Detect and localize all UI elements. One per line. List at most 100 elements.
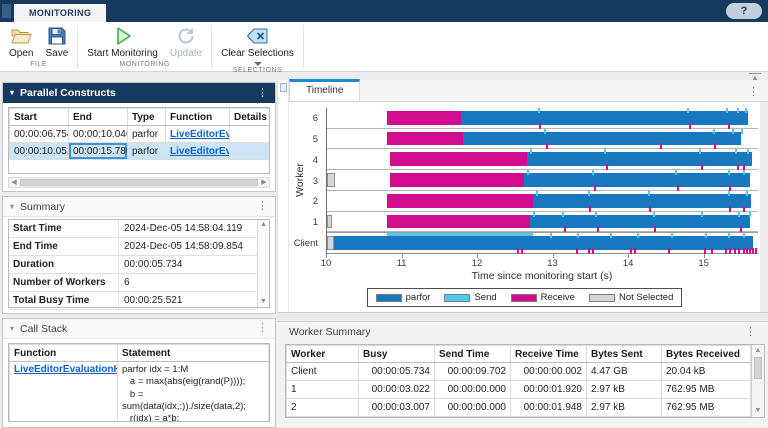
kebab-menu-icon[interactable]: ⋮ bbox=[745, 327, 756, 338]
open-button[interactable]: Open bbox=[3, 22, 39, 60]
y-tick-label: 1 bbox=[289, 212, 323, 233]
collapse-triangle-icon[interactable]: ▾ bbox=[10, 325, 14, 333]
timeline-segment-not_selected[interactable] bbox=[327, 173, 335, 187]
ws-column-header[interactable]: Send Time bbox=[435, 346, 511, 363]
pc-table-row[interactable]: 00:00:10.05100:00:15.786parforLiveEditor… bbox=[10, 143, 271, 160]
scroll-up-icon[interactable]: ▲ bbox=[260, 221, 267, 229]
timeline-segment-not_selected[interactable] bbox=[327, 215, 332, 229]
ws-table-row[interactable]: 200:00:03.00700:00:00.00000:00:01.9482.9… bbox=[287, 399, 751, 417]
statement-code: parfor idx = 1:M a = max(abs(eig(rand(P)… bbox=[122, 364, 264, 422]
ws-column-header[interactable]: Receive Time bbox=[511, 346, 587, 363]
timeline-segment-receive[interactable] bbox=[387, 215, 530, 229]
vertical-scrollbar[interactable]: ▲ ▼ bbox=[751, 345, 764, 417]
kebab-menu-icon[interactable]: ⋮ bbox=[257, 88, 268, 99]
save-button[interactable]: Save bbox=[39, 22, 74, 60]
update-button[interactable]: Update bbox=[164, 22, 208, 60]
timeline-segment-receive[interactable] bbox=[390, 152, 526, 166]
scrollbar-thumb[interactable] bbox=[20, 179, 258, 186]
timeline-segment-receive[interactable] bbox=[387, 194, 533, 208]
legend-swatch bbox=[511, 294, 537, 302]
kebab-menu-icon[interactable]: ⋮ bbox=[257, 201, 268, 212]
ws-column-header[interactable]: Bytes Received bbox=[662, 346, 751, 363]
timeline-segment-receive[interactable] bbox=[390, 173, 523, 187]
ws-table-row[interactable]: 100:00:03.02200:00:00.00000:00:01.9202.9… bbox=[287, 381, 751, 399]
send-event-tick bbox=[544, 129, 546, 134]
timeline-segment-receive[interactable] bbox=[387, 132, 464, 146]
collapse-triangle-icon[interactable]: ▾ bbox=[10, 89, 14, 97]
ws-column-header[interactable]: Worker bbox=[287, 346, 359, 363]
ws-cell: 762.95 MB bbox=[662, 399, 751, 417]
pc-column-header[interactable]: Details bbox=[230, 109, 271, 126]
pc-column-header[interactable]: Start bbox=[10, 109, 69, 126]
timeline-segment-parfor[interactable] bbox=[524, 173, 750, 187]
pc-column-header[interactable]: Function bbox=[166, 109, 230, 126]
kebab-menu-icon[interactable]: ⋮ bbox=[257, 323, 268, 334]
parallel-constructs-header[interactable]: ▾ Parallel Constructs ⋮ bbox=[3, 83, 275, 103]
scroll-left-icon[interactable]: ◀ bbox=[9, 178, 19, 187]
pc-column-header[interactable]: Type bbox=[128, 109, 166, 126]
scrollbar-thumb[interactable] bbox=[754, 357, 762, 379]
start-play-icon bbox=[113, 25, 133, 47]
horizontal-splitter[interactable] bbox=[277, 312, 768, 322]
call-stack-row[interactable]: LiveEditorEvaluationHelp... parfor idx =… bbox=[10, 362, 269, 423]
y-tick-label: 4 bbox=[289, 150, 323, 171]
parallel-constructs-table: StartEndTypeFunctionDetails00:00:06.7540… bbox=[9, 108, 270, 160]
scroll-down-icon[interactable]: ▼ bbox=[260, 298, 267, 306]
ws-cell: 00:00:03.022 bbox=[359, 381, 435, 399]
summary-header[interactable]: ▾ Summary ⋮ bbox=[3, 197, 275, 217]
call-stack-col-function[interactable]: Function bbox=[10, 345, 118, 362]
legend-swatch bbox=[444, 294, 470, 302]
timeline-chart-panel: Worker 654321Client 101112131415 Time si… bbox=[289, 102, 760, 312]
timeline-segment-receive[interactable] bbox=[387, 111, 462, 125]
send-event-tick bbox=[738, 212, 740, 217]
worker-summary-header[interactable]: Worker Summary ⋮ bbox=[277, 322, 768, 342]
summary-panel: ▾ Summary ⋮ Start Time2024-Dec-05 14:58:… bbox=[2, 196, 276, 314]
summary-row: End Time2024-Dec-05 14:58:09.854 bbox=[9, 238, 257, 256]
kebab-menu-icon[interactable]: ⋮ bbox=[739, 82, 768, 101]
ws-table-row[interactable]: Client00:00:05.73400:00:09.70200:00:00.0… bbox=[287, 363, 751, 381]
tab-timeline[interactable]: Timeline bbox=[289, 79, 360, 101]
y-tick-label: 3 bbox=[289, 171, 323, 192]
send-event-tick bbox=[701, 212, 703, 217]
scroll-right-icon[interactable]: ▶ bbox=[259, 178, 269, 187]
send-event-tick bbox=[687, 108, 689, 113]
help-button[interactable]: ? bbox=[726, 3, 762, 19]
quick-access-icon[interactable] bbox=[2, 4, 11, 18]
pc-table-row[interactable]: 00:00:06.75400:00:10.046parforLiveEditor… bbox=[10, 126, 271, 143]
call-stack-col-statement[interactable]: Statement bbox=[118, 345, 269, 362]
timeline-segment-parfor[interactable] bbox=[463, 132, 740, 146]
ws-column-header[interactable]: Busy bbox=[359, 346, 435, 363]
collapse-triangle-icon[interactable]: ▾ bbox=[10, 203, 14, 211]
x-tick-label: 11 bbox=[397, 258, 407, 269]
ws-cell: 2.97 kB bbox=[587, 381, 662, 399]
function-link[interactable]: LiveEditorEv... bbox=[170, 129, 230, 140]
summary-label: Start Time bbox=[9, 220, 119, 237]
vertical-scrollbar[interactable]: ▲ ▼ bbox=[257, 220, 269, 307]
horizontal-scrollbar[interactable]: ◀ ▶ bbox=[8, 177, 270, 188]
scroll-down-icon[interactable]: ▼ bbox=[755, 407, 762, 415]
panel-gutter[interactable] bbox=[277, 80, 289, 312]
clear-selections-button[interactable]: Clear Selections bbox=[215, 22, 300, 66]
tab-monitoring[interactable]: MONITORING bbox=[14, 4, 106, 22]
function-link[interactable]: LiveEditorEvaluationHelp... bbox=[14, 364, 118, 375]
timeline-segment-not_selected[interactable] bbox=[327, 236, 334, 250]
timeline-segment-parfor[interactable] bbox=[527, 152, 752, 166]
drag-handle-icon[interactable] bbox=[280, 83, 287, 92]
ws-cell: 1 bbox=[287, 381, 359, 399]
start-monitoring-button[interactable]: Start Monitoring bbox=[81, 22, 164, 60]
pc-column-header[interactable]: End bbox=[69, 109, 128, 126]
ribbon-group-selections: Clear Selections SELECTIONS bbox=[212, 22, 303, 71]
send-event-tick bbox=[726, 108, 728, 113]
scroll-up-icon[interactable]: ▲ bbox=[755, 347, 762, 355]
timeline-segment-parfor[interactable] bbox=[533, 194, 752, 208]
timeline-segment-parfor[interactable] bbox=[334, 236, 754, 250]
timeline-segment-send[interactable] bbox=[387, 233, 533, 236]
call-stack-header[interactable]: ▾ Call Stack ⋮ bbox=[3, 319, 275, 339]
function-link[interactable]: LiveEditorEv... bbox=[170, 146, 230, 157]
send-event-tick bbox=[592, 170, 594, 175]
timeline-segment-parfor[interactable] bbox=[461, 111, 748, 125]
ws-cell: 762.95 MB bbox=[662, 381, 751, 399]
ws-cell: 00:00:01.948 bbox=[511, 399, 587, 417]
summary-value: 00:00:25.521 bbox=[119, 295, 187, 306]
ws-column-header[interactable]: Bytes Sent bbox=[587, 346, 662, 363]
